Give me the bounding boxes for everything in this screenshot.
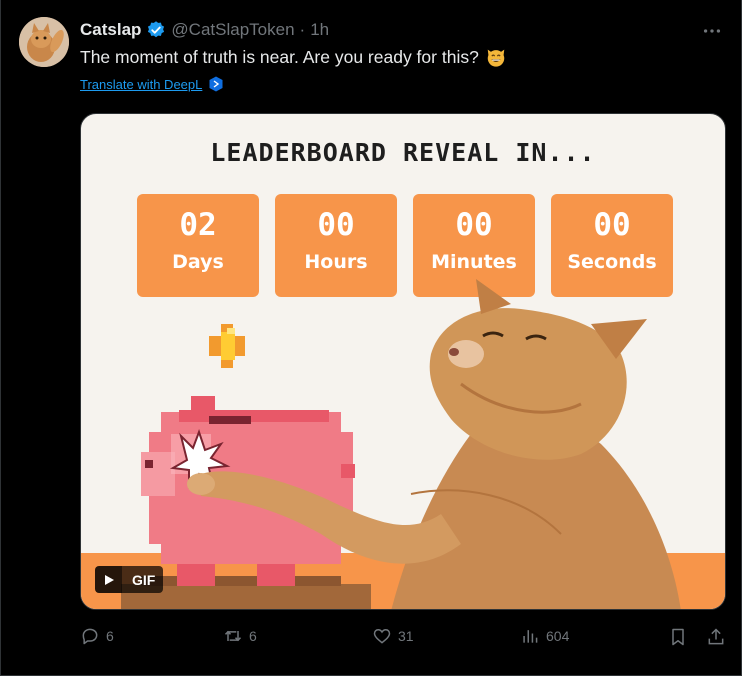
verified-badge-icon[interactable] — [146, 20, 166, 40]
repost-button[interactable]: 6 — [223, 626, 257, 646]
avatar[interactable] — [19, 17, 69, 67]
views-count: 604 — [546, 628, 570, 644]
action-bar: 6 6 31 604 — [80, 626, 726, 652]
share-icon[interactable] — [706, 626, 726, 648]
gif-media[interactable]: LEADERBOARD REVEAL IN... 02 Days 00 Hour… — [80, 113, 726, 610]
author-handle[interactable]: @CatSlapToken — [171, 20, 294, 40]
cat-avatar-image — [19, 17, 69, 67]
grinning-cat-face-icon — [487, 49, 505, 67]
tweet-header: Catslap @CatSlapToken · 1h — [80, 18, 329, 42]
deepl-icon — [209, 76, 223, 92]
reply-button[interactable]: 6 — [80, 626, 114, 646]
reply-count: 6 — [106, 628, 114, 644]
repost-count: 6 — [249, 628, 257, 644]
gif-label: GIF — [122, 566, 164, 593]
heart-icon — [373, 628, 391, 644]
like-button[interactable]: 31 — [372, 626, 414, 646]
views-chart-icon — [523, 630, 538, 643]
more-options-icon[interactable] — [701, 20, 723, 42]
separator-dot: · — [299, 20, 306, 39]
tweet-text-row: The moment of truth is near. Are you rea… — [80, 46, 507, 68]
tweet[interactable]: Catslap @CatSlapToken · 1h The moment of… — [0, 0, 742, 676]
translate-row[interactable]: Translate with DeepL — [80, 76, 224, 92]
cat-slapping-piggy-bank-illustration — [121, 279, 681, 609]
author-name[interactable]: Catslap — [80, 20, 141, 40]
play-icon[interactable] — [95, 566, 122, 593]
coin-icon — [209, 324, 245, 368]
bookmark-icon[interactable] — [668, 626, 688, 648]
tweet-text: The moment of truth is near. Are you rea… — [80, 46, 479, 67]
tweet-time[interactable]: 1h — [310, 20, 329, 40]
views-button[interactable]: 604 — [520, 626, 569, 646]
reply-icon — [82, 628, 98, 645]
gif-badge[interactable]: GIF — [95, 566, 164, 593]
like-count: 31 — [398, 628, 414, 644]
translate-link[interactable]: Translate with DeepL — [80, 77, 202, 92]
repost-icon — [224, 630, 242, 642]
